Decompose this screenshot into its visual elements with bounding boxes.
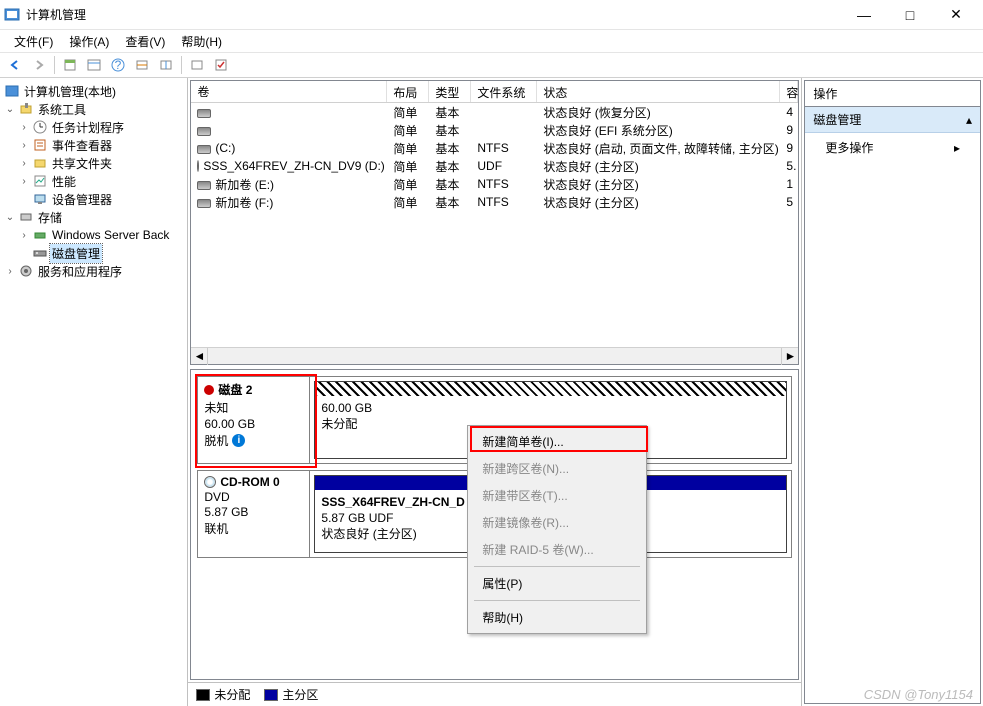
tree-task-scheduler[interactable]: › 任务计划程序: [0, 118, 187, 136]
maximize-button[interactable]: □: [887, 0, 933, 29]
tb-btn-5[interactable]: [186, 55, 208, 75]
disk-2-status2: 脱机: [204, 432, 228, 449]
collapse-icon[interactable]: ⌄: [4, 212, 16, 223]
tree-event-viewer[interactable]: › 事件查看器: [0, 136, 187, 154]
volume-list: 卷 布局 类型 文件系统 状态 容 简单基本状态良好 (恢复分区)4简单基本状态…: [190, 80, 799, 365]
menu-help[interactable]: 帮助(H): [173, 31, 230, 52]
expand-icon[interactable]: ›: [18, 230, 30, 241]
expand-icon[interactable]: ›: [18, 140, 30, 151]
disk-2-size: 60.00 GB: [204, 417, 303, 431]
ctx-new-mirrored-volume: 新建镜像卷(R)...: [470, 509, 644, 536]
drive-icon: [197, 199, 211, 208]
volume-header: 卷 布局 类型 文件系统 状态 容: [191, 81, 798, 103]
col-status[interactable]: 状态: [537, 81, 780, 102]
help-icon[interactable]: ?: [107, 55, 129, 75]
tb-btn-2[interactable]: [83, 55, 105, 75]
minimize-button[interactable]: ―: [841, 0, 887, 29]
tree-services[interactable]: › 服务和应用程序: [0, 262, 187, 280]
offline-indicator-icon: [204, 385, 214, 395]
cd-icon: [197, 160, 199, 172]
drive-icon: [197, 181, 211, 190]
disk-2-info[interactable]: 磁盘 2 未知 60.00 GB 脱机i: [198, 377, 310, 463]
volume-row[interactable]: (C:)简单基本NTFS状态良好 (启动, 页面文件, 故障转储, 主分区)9: [191, 139, 798, 157]
expand-icon[interactable]: ›: [18, 158, 30, 169]
arrow-right-icon: ▸: [954, 141, 960, 155]
actions-pane: 操作 磁盘管理 ▴ 更多操作 ▸: [802, 78, 983, 706]
tree-system-tools[interactable]: ⌄ 系统工具: [0, 100, 187, 118]
center-pane: 卷 布局 类型 文件系统 状态 容 简单基本状态良好 (恢复分区)4简单基本状态…: [188, 78, 802, 706]
col-layout[interactable]: 布局: [387, 81, 429, 102]
legend-primary: 主分区: [264, 686, 318, 703]
ctx-new-spanned-volume: 新建跨区卷(N)...: [470, 455, 644, 482]
close-button[interactable]: ✕: [933, 0, 979, 29]
window-title: 计算机管理: [26, 6, 841, 23]
volume-row[interactable]: SSS_X64FREV_ZH-CN_DV9 (D:)简单基本UDF状态良好 (主…: [191, 157, 798, 175]
menu-file[interactable]: 文件(F): [6, 31, 61, 52]
volume-row[interactable]: 简单基本状态良好 (恢复分区)4: [191, 103, 798, 121]
tree-device-manager[interactable]: 设备管理器: [0, 190, 187, 208]
collapse-triangle-icon: ▴: [966, 113, 972, 127]
tree-root[interactable]: 计算机管理(本地): [0, 82, 187, 100]
tb-btn-1[interactable]: [59, 55, 81, 75]
tree-performance[interactable]: › 性能: [0, 172, 187, 190]
legend: 未分配 主分区: [188, 682, 801, 706]
watermark: CSDN @Tony1154: [864, 687, 973, 702]
ctx-help[interactable]: 帮助(H): [470, 604, 644, 631]
forward-button[interactable]: [28, 55, 50, 75]
col-filesystem[interactable]: 文件系统: [471, 81, 537, 102]
disk-2-status1: 未知: [204, 399, 303, 416]
menu-view[interactable]: 查看(V): [117, 31, 173, 52]
expand-icon[interactable]: ›: [18, 122, 30, 133]
tree-pane: 计算机管理(本地) ⌄ 系统工具 › 任务计划程序 › 事件查看器: [0, 78, 188, 706]
cd-icon: [204, 476, 216, 488]
menubar: 文件(F) 操作(A) 查看(V) 帮助(H): [0, 30, 983, 52]
tb-btn-4[interactable]: [155, 55, 177, 75]
cdrom-type: DVD: [204, 490, 303, 504]
disk-graphical-view: 磁盘 2 未知 60.00 GB 脱机i 60.00 GB 未分配: [190, 369, 799, 680]
cdrom-0-info[interactable]: CD-ROM 0 DVD 5.87 GB 联机: [198, 471, 310, 557]
cdrom-size: 5.87 GB: [204, 505, 303, 519]
ctx-new-simple-volume[interactable]: 新建简单卷(I)...: [470, 428, 644, 455]
back-button[interactable]: [4, 55, 26, 75]
ctx-new-raid5-volume: 新建 RAID-5 卷(W)...: [470, 536, 644, 563]
hscrollbar[interactable]: ◄ ►: [191, 347, 798, 364]
menu-action[interactable]: 操作(A): [61, 31, 117, 52]
svg-text:?: ?: [115, 58, 122, 72]
tree-storage[interactable]: ⌄ 存储: [0, 208, 187, 226]
tb-btn-3[interactable]: [131, 55, 153, 75]
expand-icon[interactable]: ›: [4, 266, 16, 277]
drive-icon: [197, 145, 211, 154]
expand-icon[interactable]: ›: [18, 176, 30, 187]
col-type[interactable]: 类型: [429, 81, 471, 102]
ctx-properties[interactable]: 属性(P): [470, 570, 644, 597]
actions-section-disk-mgmt[interactable]: 磁盘管理 ▴: [805, 107, 980, 133]
volume-row[interactable]: 新加卷 (F:)简单基本NTFS状态良好 (主分区)5: [191, 193, 798, 211]
ctx-new-striped-volume: 新建带区卷(T)...: [470, 482, 644, 509]
drive-icon: [197, 109, 211, 118]
actions-header: 操作: [804, 80, 981, 107]
tree-wsb[interactable]: › Windows Server Back: [0, 226, 187, 244]
tree-disk-management[interactable]: 磁盘管理: [0, 244, 187, 262]
app-icon: [4, 7, 20, 23]
legend-unallocated: 未分配: [196, 686, 250, 703]
toolbar: ?: [0, 52, 983, 78]
cdrom-status: 联机: [204, 520, 303, 537]
titlebar: 计算机管理 ― □ ✕: [0, 0, 983, 30]
tree-shared-folders[interactable]: › 共享文件夹: [0, 154, 187, 172]
tb-btn-6[interactable]: [210, 55, 232, 75]
drive-icon: [197, 127, 211, 136]
volume-row[interactable]: 新加卷 (E:)简单基本NTFS状态良好 (主分区)1: [191, 175, 798, 193]
collapse-icon[interactable]: ⌄: [4, 104, 16, 115]
volume-row[interactable]: 简单基本状态良好 (EFI 系统分区)9: [191, 121, 798, 139]
col-volume[interactable]: 卷: [191, 81, 387, 102]
info-icon[interactable]: i: [232, 434, 245, 447]
actions-more[interactable]: 更多操作 ▸: [805, 133, 980, 162]
col-capacity[interactable]: 容: [780, 81, 798, 102]
context-menu: 新建简单卷(I)... 新建跨区卷(N)... 新建带区卷(T)... 新建镜像…: [467, 425, 647, 634]
